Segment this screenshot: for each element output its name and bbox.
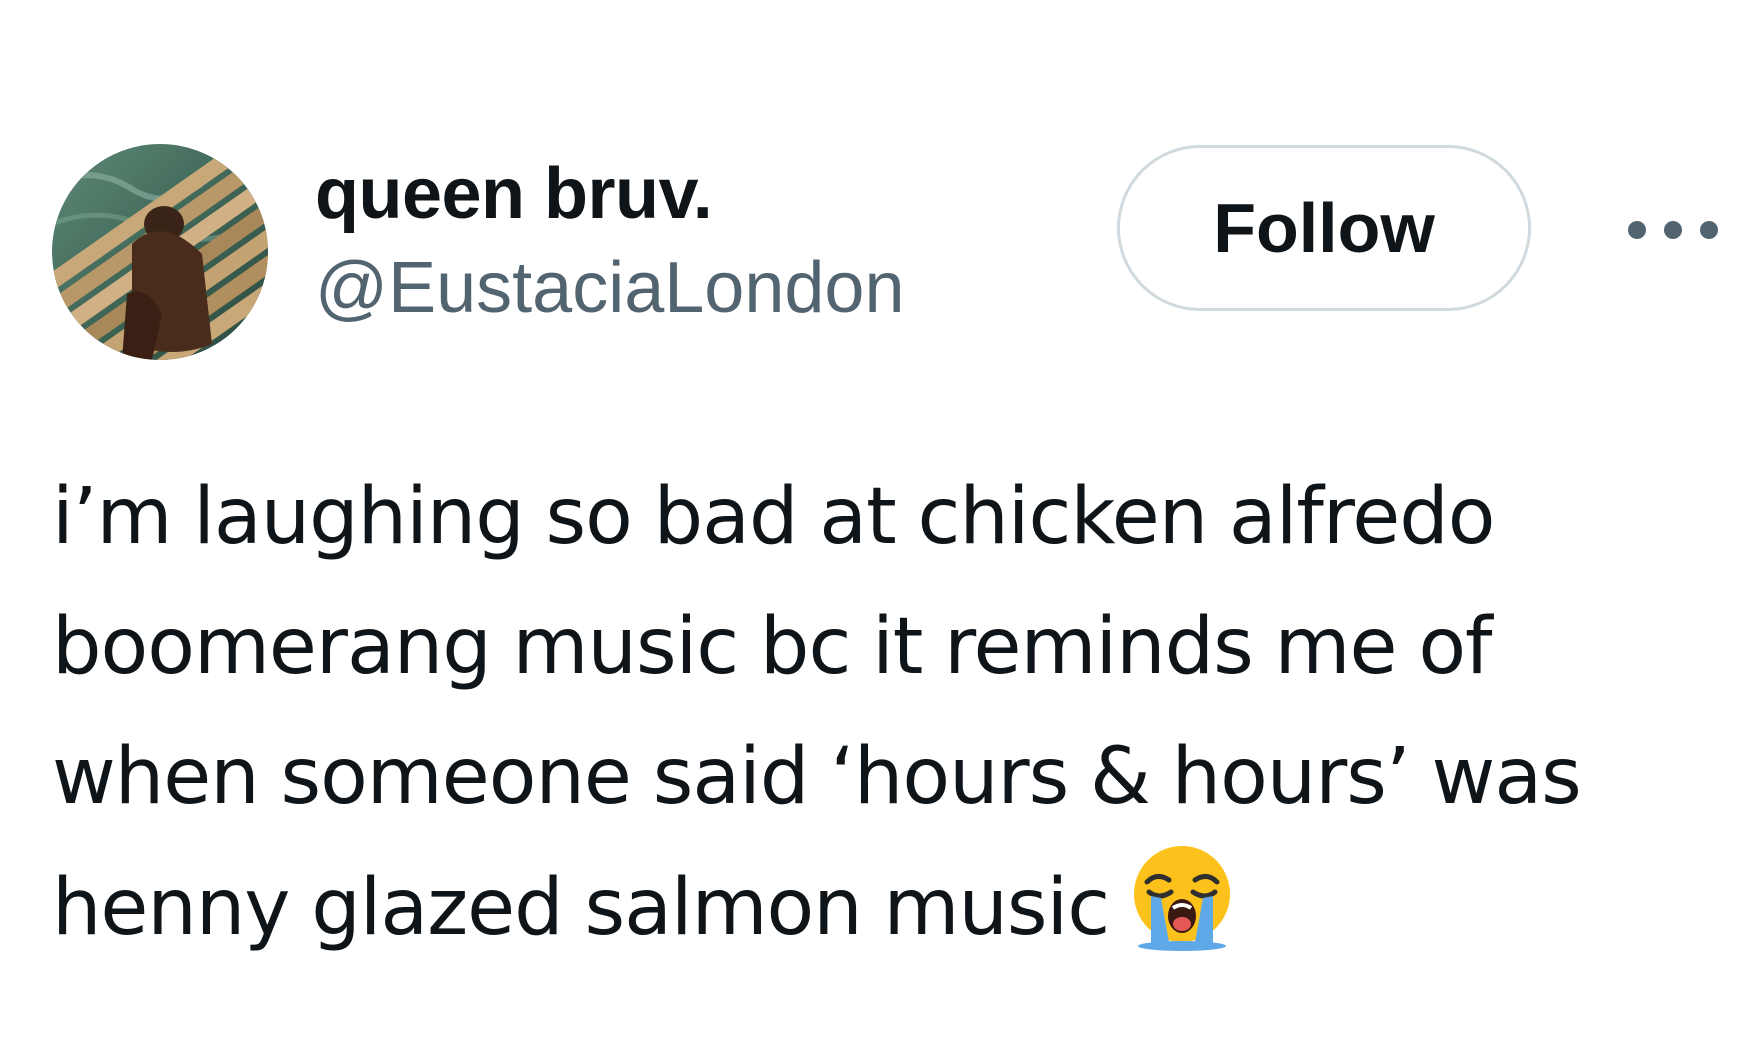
tweet-line: i’m laughing so bad at chicken alfredo bbox=[52, 472, 1495, 562]
more-horizontal-icon[interactable] bbox=[1628, 210, 1718, 250]
more-dot bbox=[1700, 221, 1718, 239]
author-handle[interactable]: @EustaciaLondon bbox=[315, 246, 905, 330]
author-info: queen bruv. @EustaciaLondon bbox=[315, 152, 905, 330]
tweet-line-text: henny glazed salmon music bbox=[52, 863, 1110, 953]
loudly-crying-face-icon bbox=[1127, 842, 1237, 952]
author-display-name[interactable]: queen bruv. bbox=[315, 152, 905, 236]
follow-button[interactable]: Follow bbox=[1117, 145, 1531, 311]
tweet-line: boomerang music bc it reminds me of bbox=[52, 602, 1493, 692]
avatar[interactable] bbox=[52, 144, 268, 360]
avatar-image bbox=[52, 144, 268, 360]
tweet-text: i’m laughing so bad at chicken alfredo b… bbox=[52, 452, 1742, 973]
more-dot bbox=[1664, 221, 1682, 239]
tweet-line: when someone said ‘hours & hours’ was bbox=[52, 732, 1582, 822]
tweet-card: queen bruv. @EustaciaLondon Follow i’m l… bbox=[0, 0, 1759, 1047]
more-dot bbox=[1628, 221, 1646, 239]
tweet-line-last: henny glazed salmon music bbox=[52, 842, 1742, 973]
